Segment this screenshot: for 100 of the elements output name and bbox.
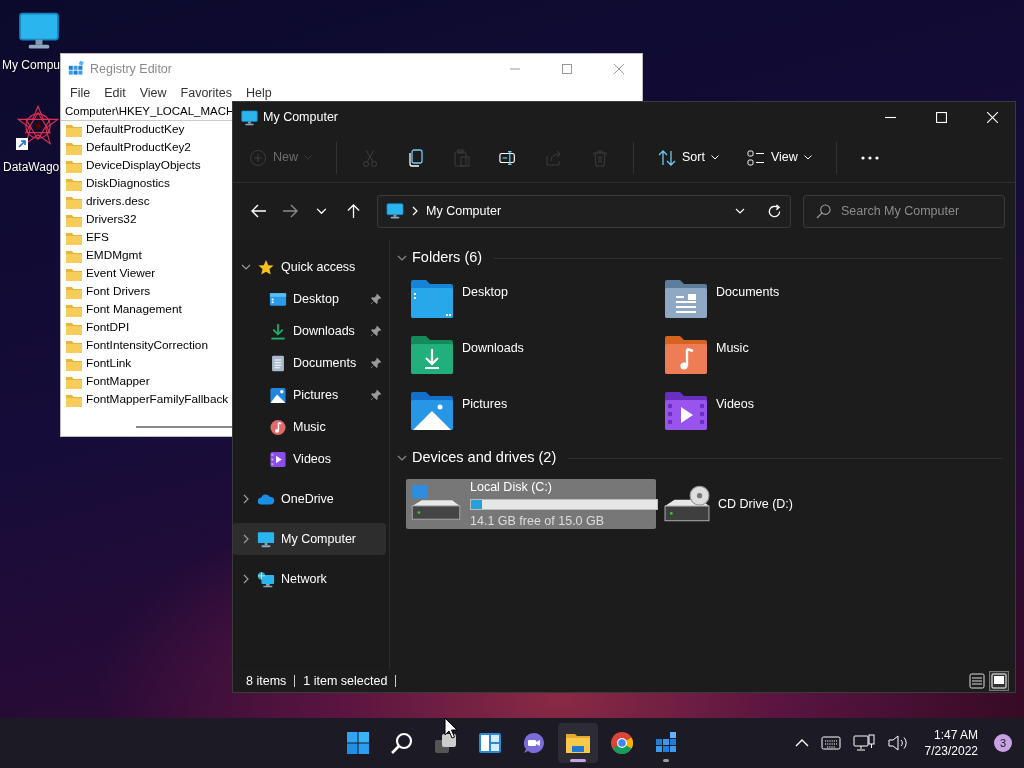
registry-key[interactable]: DeviceDisplayObjects <box>86 157 201 175</box>
group-header[interactable]: Folders (6) <box>412 247 483 269</box>
video-folder-icon <box>664 391 708 431</box>
copy-icon <box>407 148 425 167</box>
network-icon <box>257 570 275 588</box>
nav-item[interactable]: Network <box>233 563 386 595</box>
picture-icon <box>269 386 287 404</box>
video-icon <box>269 450 287 468</box>
folder-icon <box>65 284 83 300</box>
menu-item[interactable]: Favorites <box>173 83 239 103</box>
registry-key[interactable]: Drivers32 <box>86 211 137 229</box>
folder-icon <box>65 122 83 138</box>
chevron-up-icon <box>794 739 809 747</box>
nav-item[interactable]: My Computer <box>233 523 386 555</box>
refresh-icon <box>767 203 782 219</box>
sort-button[interactable]: Sort <box>654 144 723 171</box>
menu-item[interactable]: Edit <box>97 83 133 103</box>
chevron-down-icon <box>316 207 328 215</box>
folder-tile[interactable]: Pictures <box>410 391 664 435</box>
folder-tile[interactable]: Music <box>664 335 918 379</box>
hard-drive-icon <box>410 485 462 523</box>
registry-key[interactable]: Font Drivers <box>86 283 151 301</box>
maximize-icon <box>935 112 947 123</box>
folder-tile[interactable]: Desktop <box>410 279 664 323</box>
registry-key[interactable]: FontLink <box>86 355 132 373</box>
registry-key[interactable]: FontIntensityCorrection <box>86 337 208 355</box>
view-button[interactable]: View <box>742 144 816 171</box>
folder-icon <box>65 230 83 246</box>
monitor-icon <box>241 109 258 126</box>
clock[interactable]: 1:47 AM 7/23/2022 <box>916 727 986 759</box>
folder-icon <box>65 140 83 156</box>
registry-key[interactable]: Event Viewer <box>86 265 156 283</box>
folder-tile[interactable]: Videos <box>664 391 918 435</box>
registry-icon <box>654 731 678 755</box>
shortcut-arrow-icon <box>16 138 28 150</box>
folder-icon <box>65 248 83 264</box>
nav-item[interactable]: Pictures <box>233 379 386 411</box>
file-explorer-button[interactable] <box>558 723 598 763</box>
registry-key[interactable]: DiskDiagnostics <box>86 175 170 193</box>
menu-item[interactable]: File <box>63 83 98 103</box>
cd-drive-icon <box>664 485 710 523</box>
registry-key[interactable]: Font Management <box>86 301 182 319</box>
search-icon <box>816 203 831 219</box>
desktop-icon-label[interactable]: My Compu <box>2 56 60 74</box>
share-icon <box>545 148 563 167</box>
folder-icon <box>65 392 83 408</box>
folder-icon <box>65 212 83 228</box>
scrollbar-thumb[interactable] <box>136 426 233 428</box>
registry-key[interactable]: DefaultProductKey2 <box>86 139 191 157</box>
folder-icon <box>65 266 83 282</box>
drive-tile[interactable]: Local Disk (C:) 14.1 GB free of 15.0 GB <box>406 479 656 529</box>
notification-badge[interactable]: 3 <box>994 734 1012 752</box>
drive-tile[interactable]: CD Drive (D:) <box>660 479 910 529</box>
registry-key[interactable]: DefaultProductKey <box>86 121 185 139</box>
close-icon <box>614 64 624 74</box>
nav-item[interactable]: Videos <box>233 443 386 475</box>
up-arrow-icon <box>346 203 360 219</box>
nav-item[interactable]: Music <box>233 411 386 443</box>
folder-tile[interactable]: Documents <box>664 279 918 323</box>
registry-key[interactable]: EMDMgmt <box>86 247 142 265</box>
nav-item[interactable]: Desktop <box>233 283 386 315</box>
registry-key[interactable]: FontMapper <box>86 373 150 391</box>
menu-item[interactable]: View <box>132 83 174 103</box>
nav-item[interactable]: Documents <box>233 347 386 379</box>
search-icon <box>390 731 414 755</box>
registry-key[interactable]: EFS <box>86 229 109 247</box>
music-folder-icon <box>664 335 708 375</box>
monitor-icon <box>386 203 405 219</box>
star-icon <box>257 258 275 276</box>
nav-item[interactable]: Quick access <box>233 251 386 283</box>
trash-icon <box>591 148 609 167</box>
search-input[interactable]: Search My Computer <box>841 201 1001 221</box>
nav-item[interactable]: OneDrive <box>233 483 386 515</box>
folder-tile[interactable]: Downloads <box>410 335 664 379</box>
monitor-icon <box>18 12 60 50</box>
desktop-icon-label[interactable]: DataWago <box>3 158 60 176</box>
more-icon <box>860 155 879 160</box>
document-icon <box>269 354 287 372</box>
details-view-button[interactable] <box>967 670 987 691</box>
breadcrumb[interactable]: My Computer <box>426 201 727 221</box>
address-bar[interactable]: My Computer <box>377 194 791 228</box>
forward-arrow-icon <box>282 204 299 218</box>
menu-item[interactable]: Help <box>239 83 279 103</box>
sort-arrows-icon <box>658 148 676 167</box>
search-field[interactable]: Search My Computer <box>803 194 1005 228</box>
download-folder-icon <box>410 335 454 375</box>
group-header[interactable]: Devices and drives (2) <box>412 447 557 469</box>
download-arrow-icon <box>269 322 287 340</box>
large-icons-view-button[interactable] <box>989 670 1009 691</box>
item-count: 8 items <box>246 674 296 687</box>
nav-item[interactable]: Downloads <box>233 315 386 347</box>
folder-icon <box>65 356 83 372</box>
registry-key[interactable]: drivers.desc <box>86 193 150 211</box>
registry-key[interactable]: FontDPI <box>86 319 130 337</box>
caret-icon <box>304 155 312 160</box>
registry-icon <box>68 61 84 77</box>
registry-key[interactable]: FontMapperFamilyFallback <box>86 391 229 409</box>
plus-circle-icon <box>249 148 267 167</box>
close-icon <box>986 112 998 123</box>
caret-icon <box>710 155 719 160</box>
